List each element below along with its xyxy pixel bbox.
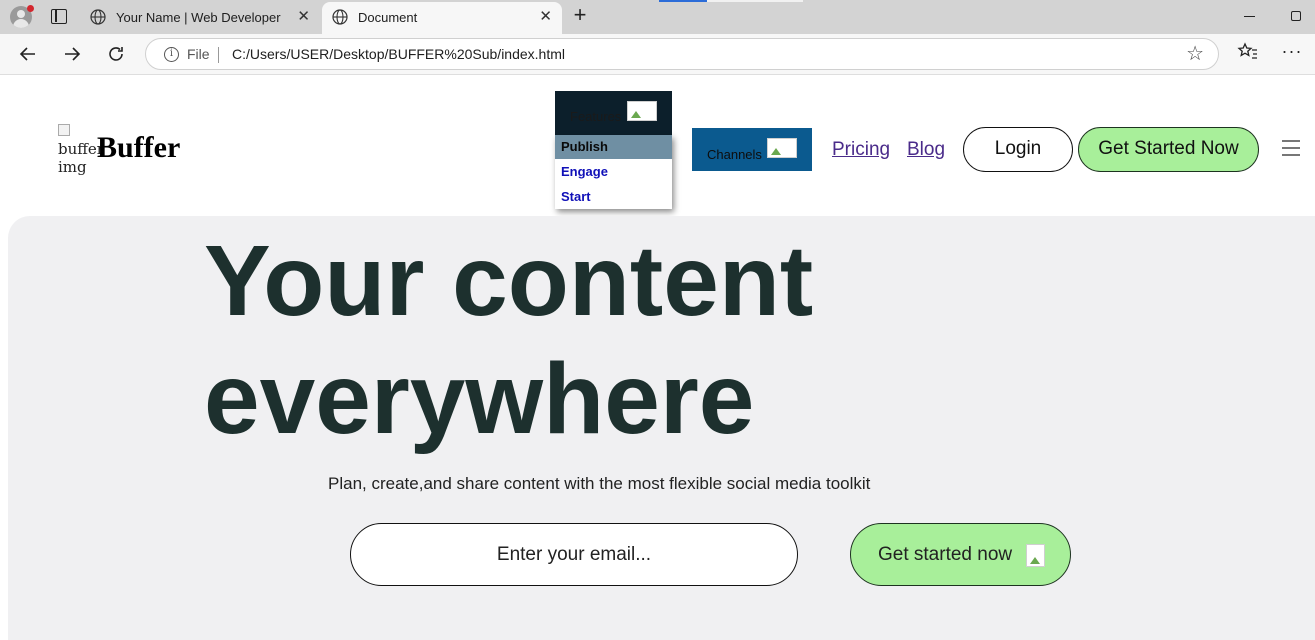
menu-item-start[interactable]: Start bbox=[555, 185, 672, 209]
hero-subtitle: Plan, create,and share content with the … bbox=[328, 474, 871, 493]
features-label: Features bbox=[570, 109, 622, 124]
channels-button[interactable]: Channels bbox=[692, 128, 812, 171]
menu-item-publish[interactable]: Publish bbox=[555, 135, 672, 159]
browser-toolbar: i File C:/Users/USER/Desktop/BUFFER%20Su… bbox=[0, 34, 1315, 75]
tab-title: Document bbox=[358, 10, 418, 25]
email-input[interactable] bbox=[350, 523, 798, 586]
close-icon[interactable]: ✕ bbox=[539, 9, 552, 25]
hamburger-menu-icon[interactable] bbox=[1282, 140, 1300, 156]
nav-link-blog[interactable]: Blog bbox=[907, 139, 945, 161]
get-started-button[interactable]: Get Started Now bbox=[1078, 127, 1259, 172]
hero-get-started-button[interactable]: Get started now bbox=[850, 523, 1071, 586]
web-page: buffer img Buffer Features Publish Engag… bbox=[0, 76, 1315, 640]
broken-image-icon bbox=[58, 124, 70, 136]
maximize-icon[interactable] bbox=[1291, 11, 1301, 21]
features-dropdown: Publish Engage Start bbox=[555, 135, 672, 209]
tab-strip-highlight bbox=[707, 0, 803, 2]
tab-actions-icon[interactable] bbox=[51, 9, 67, 24]
browser-tab-bar: Your Name | Web Developer ✕ Document ✕ + bbox=[0, 0, 1315, 34]
logo-image: buffer img bbox=[58, 124, 104, 176]
tab-your-name[interactable]: Your Name | Web Developer ✕ bbox=[80, 2, 320, 34]
forward-icon[interactable] bbox=[60, 42, 84, 66]
hero-section: Your content everywhere Plan, create,and… bbox=[8, 216, 1315, 640]
tab-strip-highlight bbox=[659, 0, 707, 2]
back-icon[interactable] bbox=[16, 42, 40, 66]
close-icon[interactable]: ✕ bbox=[297, 9, 310, 25]
notification-dot bbox=[27, 5, 34, 12]
menu-item-engage[interactable]: Engage bbox=[555, 160, 672, 184]
broken-image-icon bbox=[627, 101, 657, 121]
new-tab-button[interactable]: + bbox=[568, 4, 592, 28]
url-text[interactable]: C:/Users/USER/Desktop/BUFFER%20Sub/index… bbox=[232, 46, 565, 62]
minimize-icon[interactable] bbox=[1244, 16, 1255, 17]
nav-link-pricing[interactable]: Pricing bbox=[832, 139, 890, 161]
security-label: File bbox=[187, 46, 210, 62]
tab-title: Your Name | Web Developer bbox=[116, 10, 281, 25]
address-bar[interactable]: i File C:/Users/USER/Desktop/BUFFER%20Su… bbox=[145, 38, 1219, 70]
refresh-icon[interactable] bbox=[104, 42, 128, 66]
star-icon[interactable]: ☆ bbox=[1186, 43, 1204, 65]
broken-image-icon bbox=[767, 138, 797, 158]
tab-document[interactable]: Document ✕ bbox=[322, 2, 562, 34]
logo-alt-text: buffer img bbox=[58, 140, 104, 176]
logo-text[interactable]: Buffer bbox=[97, 131, 180, 165]
info-icon[interactable]: i bbox=[164, 47, 179, 62]
more-icon[interactable]: ··· bbox=[1281, 41, 1303, 65]
features-button[interactable]: Features bbox=[555, 91, 672, 135]
globe-icon bbox=[90, 9, 106, 25]
hero-title: Your content everywhere bbox=[204, 225, 814, 455]
divider bbox=[218, 47, 219, 63]
broken-image-icon bbox=[1026, 544, 1045, 567]
hero-cta-label: Get started now bbox=[878, 544, 1013, 565]
login-button[interactable]: Login bbox=[963, 127, 1073, 172]
globe-icon bbox=[332, 9, 348, 25]
favorites-icon[interactable] bbox=[1237, 41, 1259, 65]
channels-label: Channels bbox=[707, 147, 762, 162]
